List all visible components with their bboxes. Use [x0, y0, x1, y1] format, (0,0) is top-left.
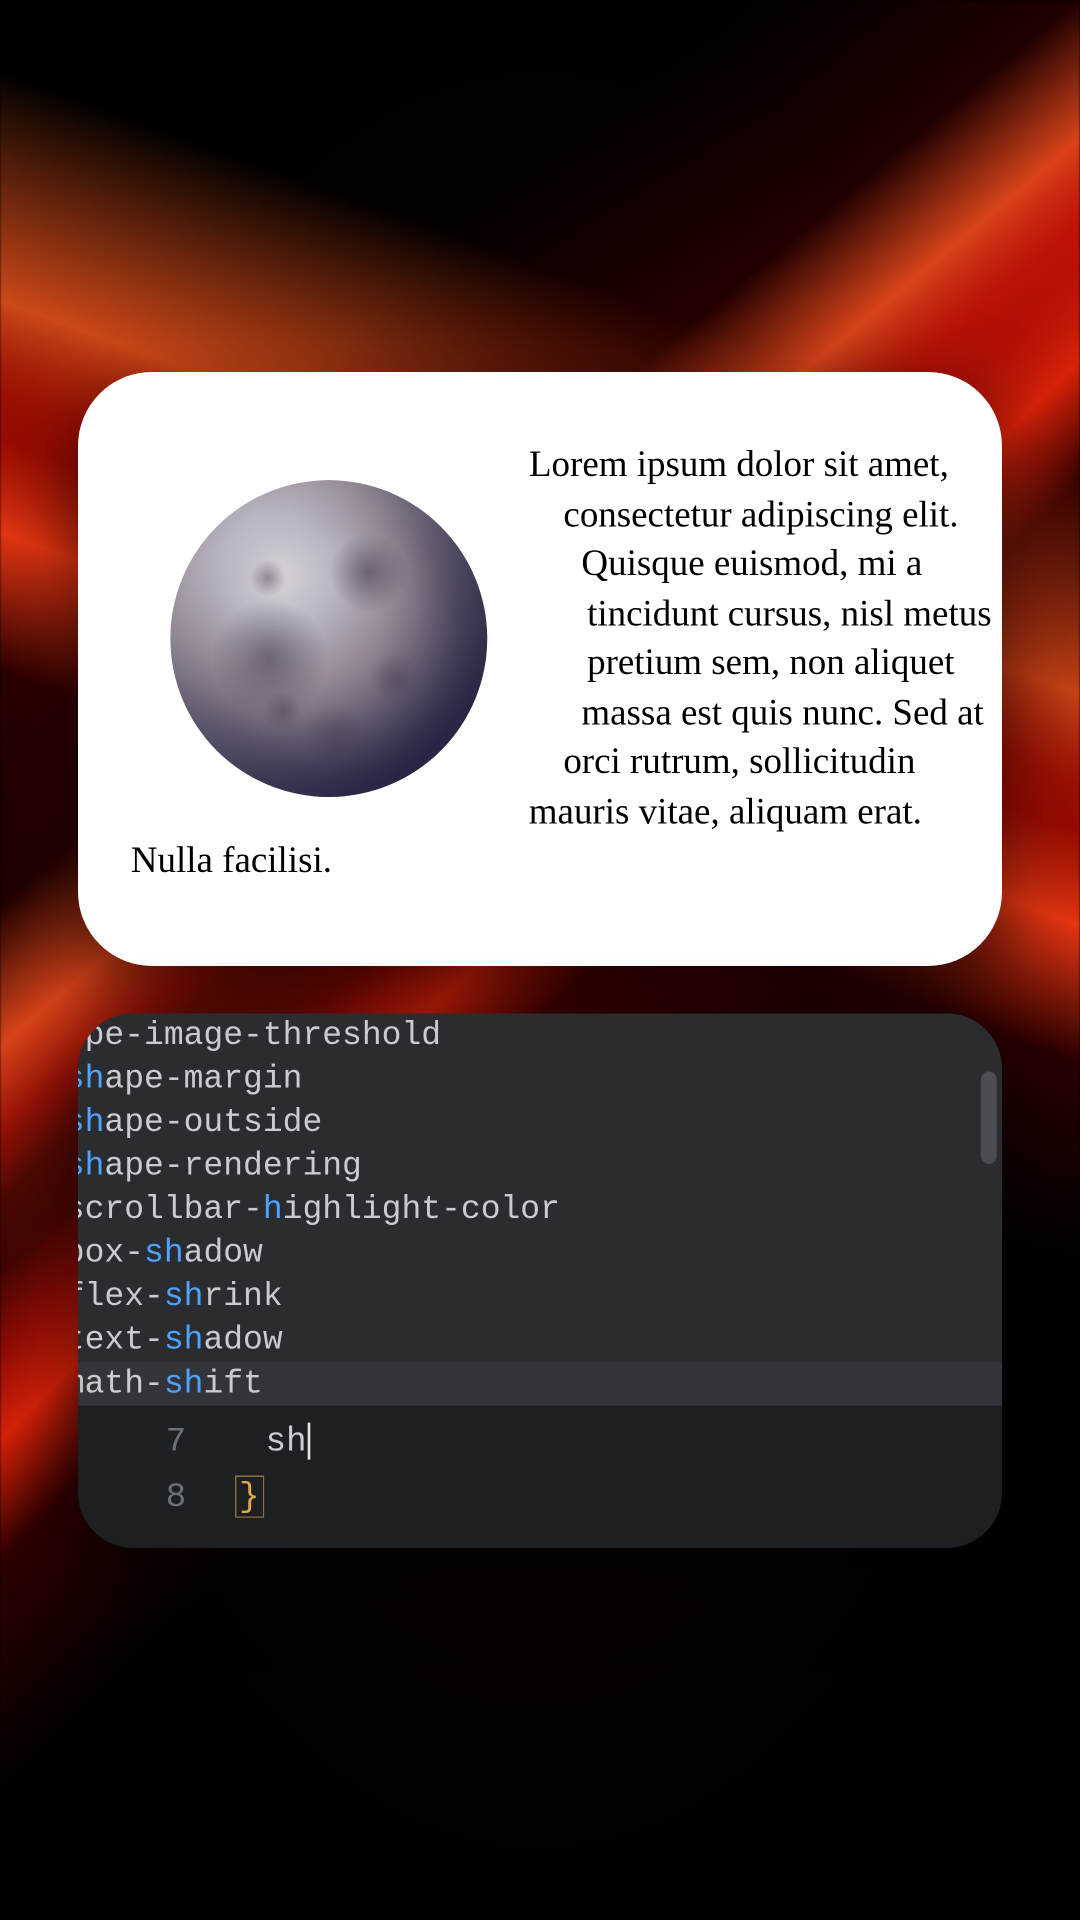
- autocomplete-item[interactable]: box-shadow: [78, 1231, 1002, 1275]
- moon-image: [170, 480, 487, 797]
- preview-panel: Lorem ipsum dolor sit amet, consectetur …: [78, 372, 1002, 966]
- code-text[interactable]: }: [236, 1477, 262, 1517]
- autocomplete-item[interactable]: text-shadow: [78, 1318, 1002, 1362]
- scrollbar[interactable]: [981, 1027, 997, 1416]
- autocomplete-item[interactable]: ape-image-threshold: [78, 1013, 1002, 1057]
- autocomplete-item[interactable]: math-shift: [78, 1362, 1002, 1406]
- scrollbar-thumb[interactable]: [981, 1072, 997, 1164]
- line-number: 8: [78, 1477, 236, 1517]
- text-caret: [308, 1423, 311, 1460]
- autocomplete-item[interactable]: shape-rendering: [78, 1144, 1002, 1188]
- code-area[interactable]: 7 sh 8 }: [78, 1406, 1002, 1549]
- code-line[interactable]: 7 sh: [78, 1413, 1002, 1468]
- code-line[interactable]: 8 }: [78, 1469, 1002, 1524]
- code-editor[interactable]: ape-image-thresholdshape-marginshape-out…: [78, 1013, 1002, 1548]
- autocomplete-item[interactable]: shape-margin: [78, 1057, 1002, 1101]
- closing-brace: }: [236, 1477, 262, 1517]
- autocomplete-popup[interactable]: ape-image-thresholdshape-marginshape-out…: [78, 1013, 1002, 1405]
- autocomplete-item[interactable]: shape-outside: [78, 1101, 1002, 1145]
- autocomplete-item[interactable]: scrollbar-highlight-color: [78, 1188, 1002, 1232]
- code-text[interactable]: sh: [236, 1421, 310, 1461]
- autocomplete-item[interactable]: flex-shrink: [78, 1275, 1002, 1319]
- line-number: 7: [78, 1421, 236, 1461]
- content-stage: Lorem ipsum dolor sit amet, consectetur …: [0, 372, 1080, 1548]
